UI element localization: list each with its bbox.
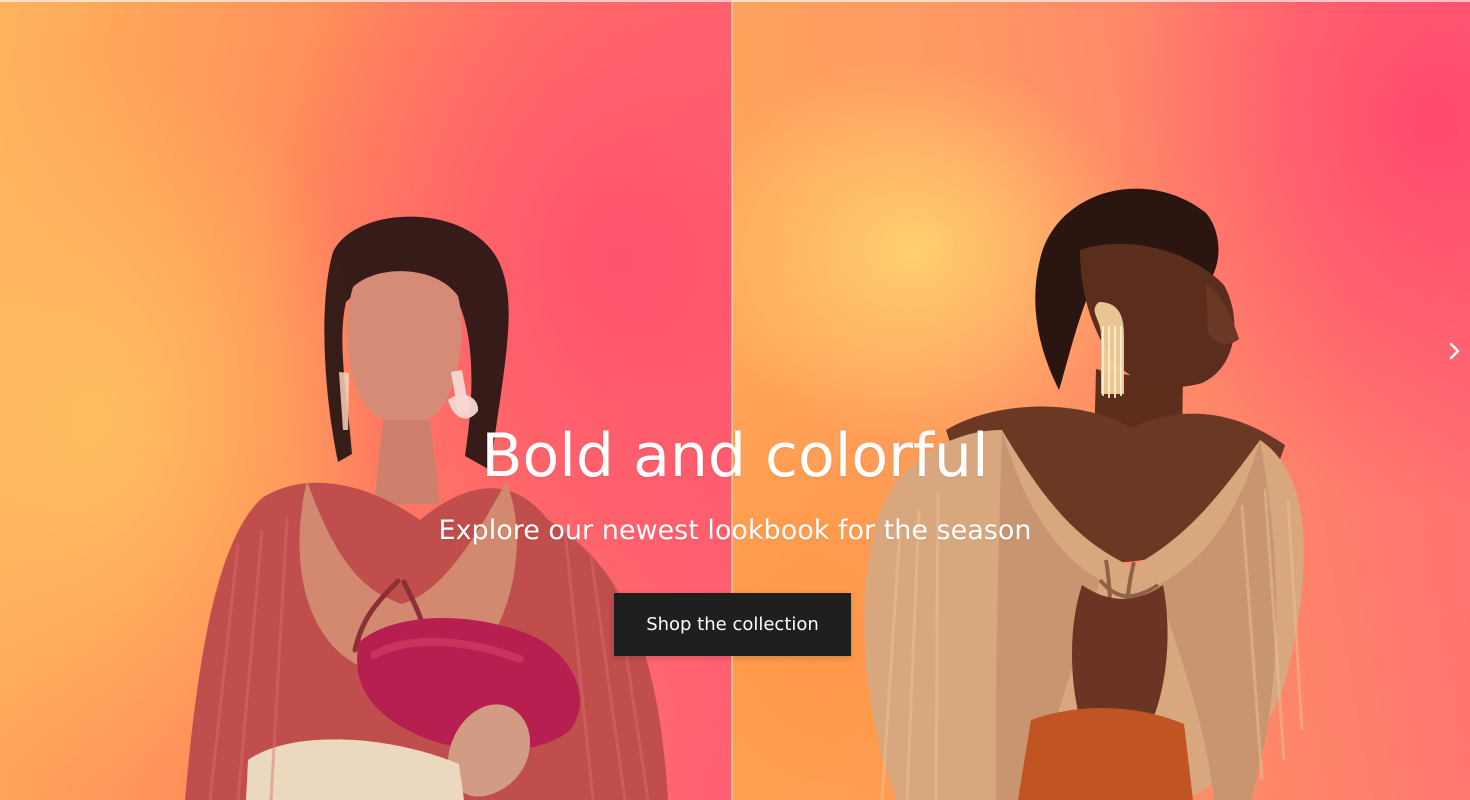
hero-subtitle: Explore our newest lookbook for the seas… [438,515,1032,546]
hero-title: Bold and colorful [481,421,989,491]
hero-content: Bold and colorful Explore our newest loo… [0,0,1470,800]
hero-slideshow: Bold and colorful Explore our newest loo… [0,0,1470,800]
next-slide-button[interactable] [1440,336,1470,366]
chevron-right-icon [1449,342,1460,360]
shop-collection-button[interactable]: Shop the collection [614,593,851,656]
